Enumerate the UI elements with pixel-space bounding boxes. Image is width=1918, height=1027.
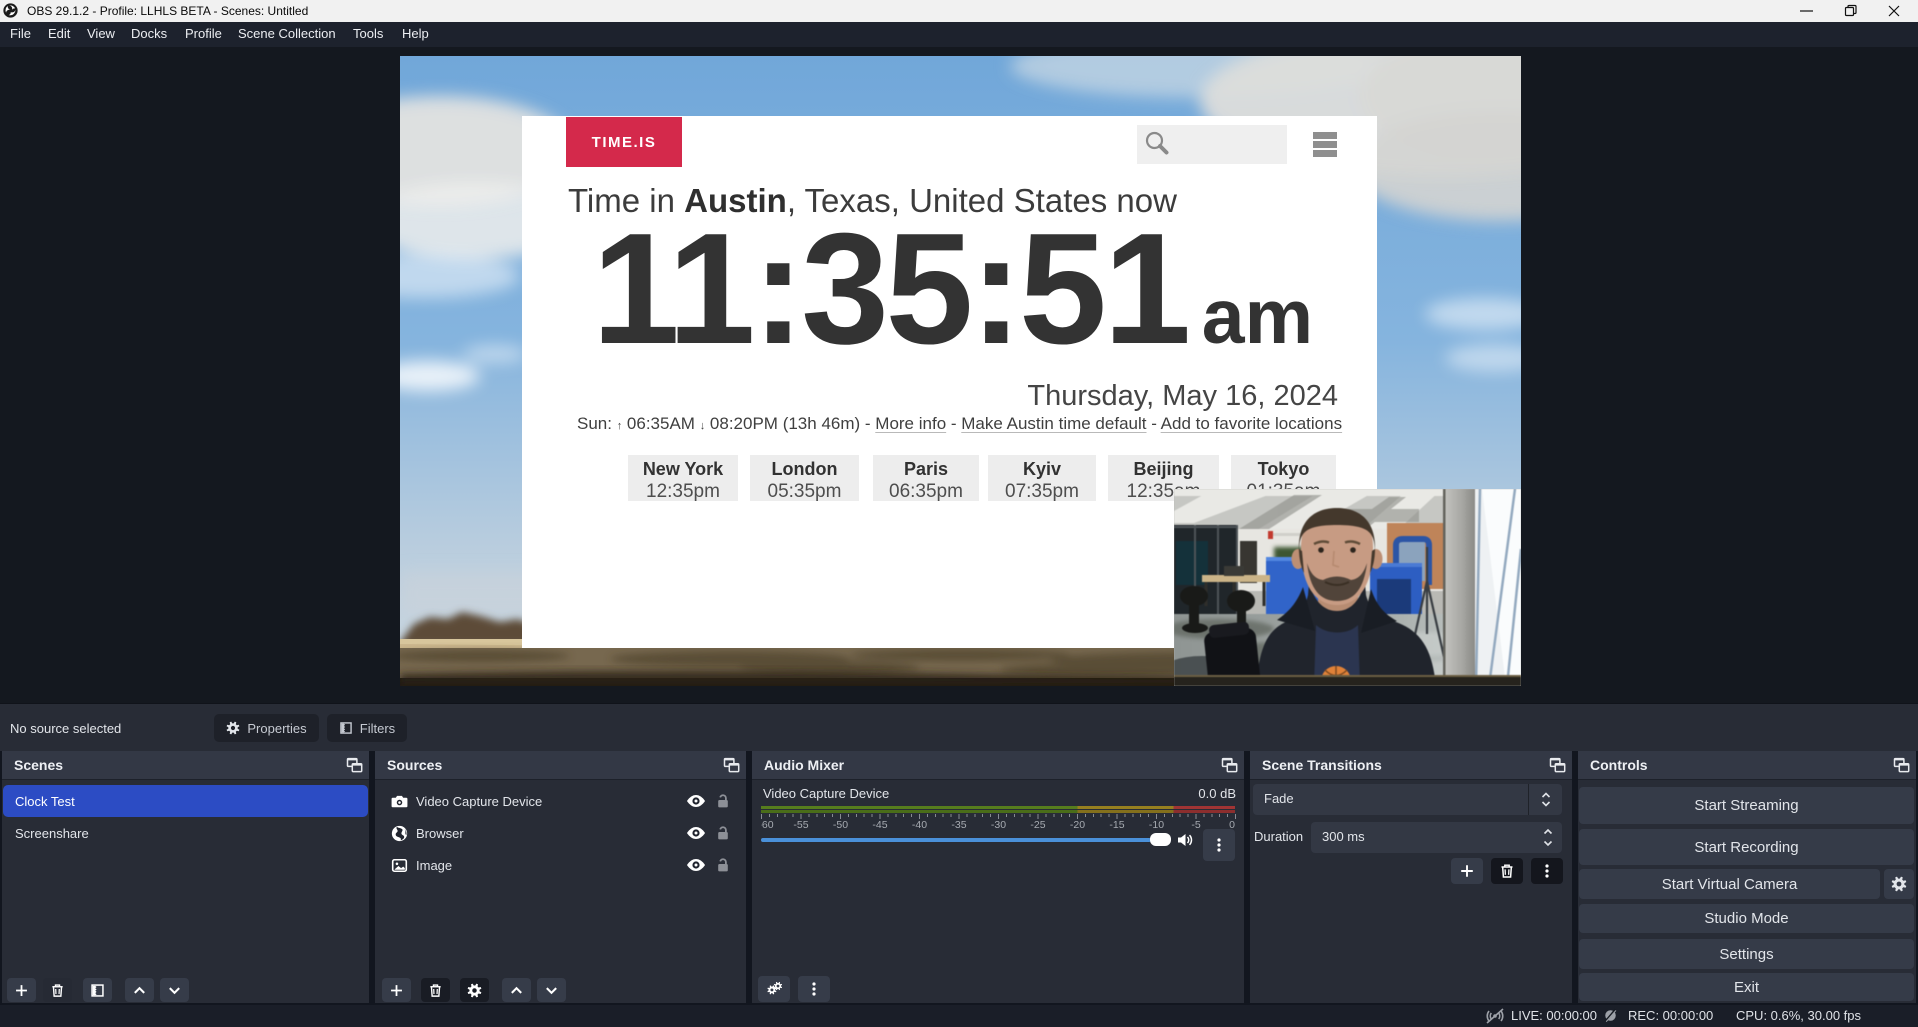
svg-text:-45: -45: [872, 819, 887, 831]
svg-text:-5: -5: [1191, 819, 1200, 831]
svg-text:-25: -25: [1030, 819, 1045, 831]
svg-text:-55: -55: [793, 819, 808, 831]
svg-text:-35: -35: [951, 819, 966, 831]
svg-text:-60: -60: [761, 819, 774, 831]
svg-text:-40: -40: [912, 819, 927, 831]
svg-text:-15: -15: [1109, 819, 1124, 831]
svg-text:-30: -30: [991, 819, 1006, 831]
svg-text:-50: -50: [833, 819, 848, 831]
svg-text:-20: -20: [1070, 819, 1085, 831]
svg-text:-10: -10: [1149, 819, 1164, 831]
